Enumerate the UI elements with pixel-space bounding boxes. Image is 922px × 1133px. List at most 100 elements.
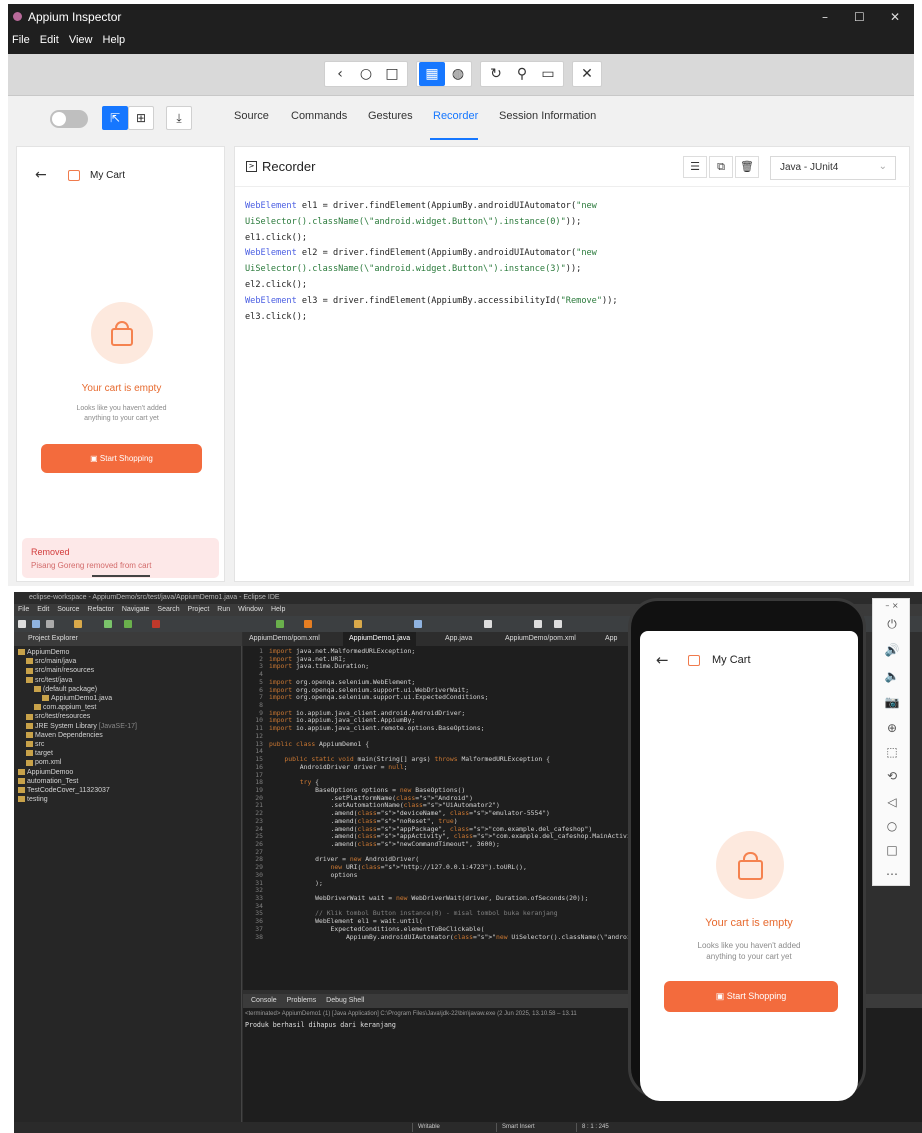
start-shopping-button[interactable]: ▣ Start Shopping	[664, 981, 838, 1012]
minimize-icon[interactable]: –	[822, 10, 828, 24]
maximize-icon[interactable]: ☐	[854, 10, 865, 24]
back-icon[interactable]	[534, 620, 542, 628]
menu-refactor[interactable]: Refactor	[87, 606, 113, 613]
tree-item[interactable]: automation_Test	[14, 777, 137, 786]
refresh-toggle[interactable]	[50, 110, 88, 128]
code-token: el3.click();	[245, 311, 308, 322]
download-icon[interactable]: ⤓	[166, 106, 192, 130]
zoom-icon[interactable]: ⊕	[873, 721, 911, 735]
open-icon[interactable]	[74, 620, 82, 628]
tree-item[interactable]: AppiumDemo1.java	[14, 694, 137, 703]
menu-edit[interactable]: Edit	[40, 34, 59, 46]
tab-recorder[interactable]: Recorder	[433, 110, 478, 122]
tree-item[interactable]: AppiumDemoo	[14, 768, 137, 777]
app-switch-button[interactable]: □	[379, 62, 405, 86]
boilerplate-icon[interactable]: ☰	[683, 156, 707, 178]
tree-item-label: AppiumDemoo	[27, 768, 74, 776]
tree-item[interactable]: Maven Dependencies	[14, 731, 137, 740]
more-icon[interactable]: ⋯	[873, 867, 911, 881]
clear-icon[interactable]: 🗑	[735, 156, 759, 178]
menu-window[interactable]: Window	[238, 606, 263, 613]
search-icon[interactable]: ⚲	[509, 62, 535, 86]
tab-pom-xml-2[interactable]: AppiumDemo/pom.xml	[499, 632, 582, 646]
run-app-icon[interactable]	[276, 620, 284, 628]
print-icon[interactable]	[46, 620, 54, 628]
tab-debug-shell[interactable]: Debug Shell	[326, 997, 364, 1004]
tree-item[interactable]: (default package)	[14, 685, 137, 694]
menu-navigate[interactable]: Navigate	[122, 606, 150, 613]
volume-down-icon[interactable]: 🔈	[873, 669, 911, 683]
emulator-screen[interactable]: ← My Cart Your cart is empty Looks like …	[640, 631, 858, 1101]
start-shopping-button[interactable]: ▣ Start Shopping	[41, 444, 202, 473]
menu-source[interactable]: Source	[57, 606, 79, 613]
search-icon[interactable]	[414, 620, 422, 628]
home-circle-icon[interactable]: ○	[873, 819, 911, 833]
rotate-right-icon[interactable]: ⟲	[873, 769, 911, 783]
tab-app-java[interactable]: App.java	[439, 632, 478, 646]
run-icon[interactable]	[124, 620, 132, 628]
tab-console[interactable]: Console	[251, 997, 277, 1004]
menu-help[interactable]: Help	[271, 606, 285, 613]
tab-source[interactable]: Source	[234, 110, 269, 122]
tree-item[interactable]: pom.xml	[14, 758, 137, 767]
open-type-icon[interactable]	[354, 620, 362, 628]
close-window-icon[interactable]: ✕	[890, 10, 900, 24]
copy-icon[interactable]: ⧉	[709, 156, 733, 178]
tab-pom-xml[interactable]: AppiumDemo/pom.xml	[243, 632, 326, 646]
volume-up-icon[interactable]: 🔊	[873, 643, 911, 657]
back-arrow-icon[interactable]: ←	[656, 651, 669, 669]
camera-icon[interactable]: 📷	[873, 695, 911, 709]
tree-item[interactable]: testing	[14, 795, 137, 804]
tree-item[interactable]: src/test/java	[14, 676, 137, 685]
external-tools-icon[interactable]	[304, 620, 312, 628]
tab-app[interactable]: App	[599, 632, 623, 646]
power-icon[interactable]: ⏻	[873, 617, 911, 632]
tab-commands[interactable]: Commands	[291, 110, 347, 122]
tree-item[interactable]: AppiumDemo	[14, 648, 137, 657]
tree-item[interactable]: target	[14, 749, 137, 758]
select-mode-icon[interactable]: ⇱	[102, 106, 128, 130]
rotate-left-icon[interactable]: ⬚	[873, 745, 911, 759]
overview-square-icon[interactable]: □	[873, 843, 911, 857]
back-arrow-icon[interactable]: ←	[35, 167, 47, 183]
record-icon[interactable]: ▭	[535, 62, 561, 86]
tab-appiumdemo1-java[interactable]: AppiumDemo1.java	[343, 632, 417, 646]
java-source[interactable]: 1 import java.net.MalformedURLException; 2…	[243, 647, 629, 941]
tap-mode-icon[interactable]: ⊞	[128, 106, 154, 130]
home-button[interactable]: ○	[353, 62, 379, 86]
forward-icon[interactable]	[554, 620, 562, 628]
tree-item[interactable]: JRE System Library [JavaSE-17]	[14, 722, 137, 731]
tab-session-information[interactable]: Session Information	[499, 110, 596, 122]
tree-item[interactable]: src	[14, 740, 137, 749]
menu-search[interactable]: Search	[157, 606, 179, 613]
native-context-icon[interactable]: ▦	[419, 62, 445, 86]
menu-file[interactable]: File	[12, 34, 30, 46]
menu-run[interactable]: Run	[217, 606, 230, 613]
tree-item[interactable]: src/main/java	[14, 657, 137, 666]
stop-icon[interactable]	[152, 620, 160, 628]
tab-gestures[interactable]: Gestures	[368, 110, 413, 122]
back-button[interactable]: ‹	[327, 62, 353, 86]
menu-view[interactable]: View	[69, 34, 93, 46]
menu-help[interactable]: Help	[103, 34, 126, 46]
refresh-icon[interactable]: ↻	[483, 62, 509, 86]
next-annotation-icon[interactable]	[484, 620, 492, 628]
quit-session-icon[interactable]: ✕	[574, 62, 600, 86]
debug-icon[interactable]	[104, 620, 112, 628]
source-line: 13 public class AppiumDemo1 {	[243, 739, 629, 749]
source-text: public class AppiumDemo1 {	[269, 739, 370, 748]
tree-item[interactable]: TestCodeCover_11323037	[14, 786, 137, 795]
emulator-close-controls[interactable]: – ×	[873, 601, 911, 610]
menu-project[interactable]: Project	[188, 606, 210, 613]
tree-item[interactable]: com.appium_test	[14, 703, 137, 712]
language-select[interactable]: Java - JUnit4 ⌄	[770, 156, 896, 180]
menu-edit[interactable]: Edit	[37, 606, 49, 613]
menu-file[interactable]: File	[18, 606, 29, 613]
tree-item[interactable]: src/test/resources	[14, 712, 137, 721]
tab-problems[interactable]: Problems	[287, 997, 317, 1004]
back-triangle-icon[interactable]: ◁	[873, 795, 911, 809]
save-icon[interactable]	[32, 620, 40, 628]
web-context-icon[interactable]: ◍	[445, 62, 471, 86]
tree-item[interactable]: src/main/resources	[14, 666, 137, 675]
new-icon[interactable]	[18, 620, 26, 628]
